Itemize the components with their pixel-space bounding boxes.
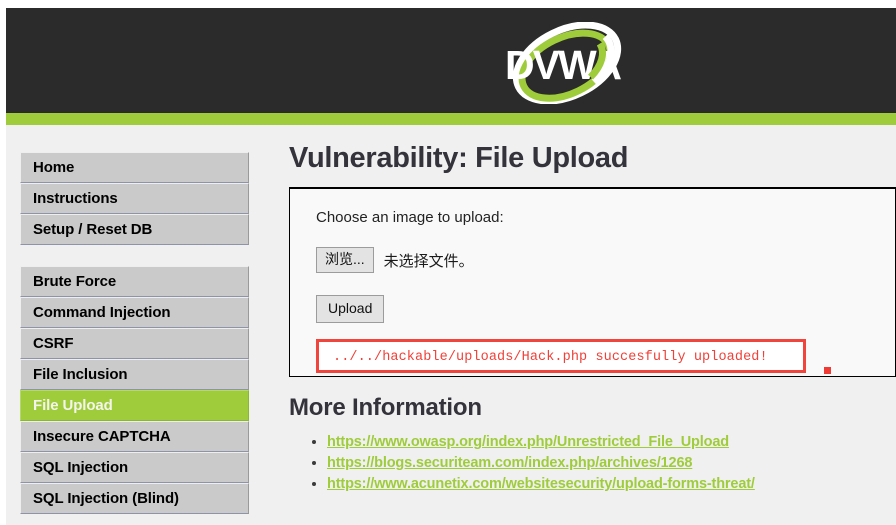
sidebar-item-csrf[interactable]: CSRF	[20, 328, 249, 359]
red-square-artifact	[824, 367, 831, 374]
page-title: Vulnerability: File Upload	[289, 142, 629, 174]
sidebar-group-vulnerabilities: Brute Force Command Injection CSRF File …	[20, 266, 249, 514]
list-item: https://blogs.securiteam.com/index.php/a…	[327, 454, 896, 472]
dvwa-logo: DVWA	[487, 22, 647, 104]
list-item: https://www.acunetix.com/websitesecurity…	[327, 475, 896, 493]
sidebar-item-setup-reset-db[interactable]: Setup / Reset DB	[20, 214, 249, 245]
more-information-links: https://www.owasp.org/index.php/Unrestri…	[289, 433, 896, 493]
sidebar-item-insecure-captcha[interactable]: Insecure CAPTCHA	[20, 421, 249, 452]
sidebar-item-brute-force[interactable]: Brute Force	[20, 266, 249, 297]
file-upload-panel: Choose an image to upload: 浏览... 未选择文件。 …	[289, 187, 896, 377]
sidebar-item-command-injection[interactable]: Command Injection	[20, 297, 249, 328]
page-viewport: DVWA Home Instructions Setup / Reset DB …	[6, 8, 896, 525]
sidebar-navigation: Home Instructions Setup / Reset DB Brute…	[20, 152, 249, 514]
page-body: Home Instructions Setup / Reset DB Brute…	[6, 125, 896, 525]
upload-submit-button[interactable]: Upload	[316, 295, 385, 323]
sidebar-item-sql-injection[interactable]: SQL Injection	[20, 452, 249, 483]
sidebar-group-primary: Home Instructions Setup / Reset DB	[20, 152, 249, 245]
sidebar-item-file-upload[interactable]: File Upload	[20, 390, 249, 421]
file-input-row: 浏览... 未选择文件。	[316, 247, 895, 273]
sidebar-item-instructions[interactable]: Instructions	[20, 183, 249, 214]
browser-frame: DVWA Home Instructions Setup / Reset DB …	[0, 0, 896, 525]
file-upload-form: Choose an image to upload: 浏览... 未选择文件。 …	[290, 189, 895, 373]
main-content: Vulnerability: File Upload Choose an ima…	[289, 125, 896, 496]
more-information-heading: More Information	[289, 394, 482, 421]
link-acunetix-upload-forms-threat[interactable]: https://www.acunetix.com/websitesecurity…	[327, 476, 755, 492]
link-securiteam-archives[interactable]: https://blogs.securiteam.com/index.php/a…	[327, 455, 692, 471]
sidebar-item-sql-injection-blind[interactable]: SQL Injection (Blind)	[20, 483, 249, 514]
sidebar-item-home[interactable]: Home	[20, 152, 249, 183]
upload-prompt-label: Choose an image to upload:	[316, 209, 504, 226]
accent-green-bar	[6, 113, 896, 125]
selected-file-status: 未选择文件。	[383, 252, 474, 270]
sidebar-item-file-inclusion[interactable]: File Inclusion	[20, 359, 249, 390]
browse-file-button[interactable]: 浏览...	[316, 247, 374, 273]
list-item: https://www.owasp.org/index.php/Unrestri…	[327, 433, 896, 451]
upload-result-message: ../../hackable/uploads/Hack.php succesfu…	[333, 350, 768, 365]
site-header: DVWA	[6, 8, 896, 113]
upload-result-alert: ../../hackable/uploads/Hack.php succesfu…	[316, 339, 806, 373]
link-owasp-unrestricted-file-upload[interactable]: https://www.owasp.org/index.php/Unrestri…	[327, 434, 729, 450]
